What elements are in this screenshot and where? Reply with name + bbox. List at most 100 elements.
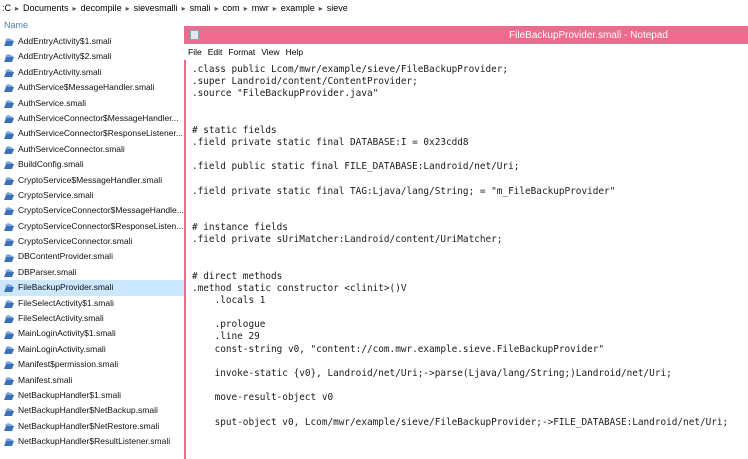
smali-file-icon [4,237,14,247]
breadcrumb-segment[interactable]: com [221,0,242,16]
smali-file-icon [4,176,14,185]
editor-content[interactable]: .class public Lcom/mwr/example/sieve/Fil… [192,64,728,429]
file-list-item[interactable]: AuthService.smali [0,96,184,111]
file-list-item[interactable]: CryptoServiceConnector$MessageHandle... [0,203,184,218]
file-name: AuthServiceConnector$ResponseListener... [18,128,183,139]
smali-file-icon [4,37,14,47]
file-name: FileSelectActivity.smali [18,313,104,324]
file-list-item[interactable]: CryptoServiceConnector.smali [0,234,184,249]
file-name: AuthService$MessageHandler.smali [18,82,155,93]
smali-file-icon [4,376,14,385]
smali-file-icon [4,130,14,139]
file-list-item[interactable]: AuthServiceConnector$ResponseListener... [0,126,184,141]
menu-help[interactable]: Help [286,47,303,57]
file-list-item[interactable]: Manifest$permission.smali [0,357,184,372]
window-title: FileBackupProvider.smali - Notepad [509,29,668,41]
file-list-item[interactable]: CryptoServiceConnector$ResponseListen... [0,219,184,234]
smali-file-icon [4,206,14,216]
smali-file-icon [4,422,14,431]
file-list-item[interactable]: NetBackupHandler$NetRestore.smali [0,419,184,434]
smali-file-icon [4,345,14,354]
file-list-item[interactable]: CryptoService.smali [0,188,184,203]
file-list-item[interactable]: AuthService$MessageHandler.smali [0,80,184,95]
file-list-item[interactable]: AddEntryActivity$2.smali [0,49,184,64]
file-list-item[interactable]: AddEntryActivity.smali [0,65,184,80]
menu-format[interactable]: Format [228,47,255,57]
smali-file-icon [4,283,14,293]
chevron-right-icon[interactable]: ▸ [71,1,79,16]
file-list-item[interactable]: NetBackupHandler$1.smali [0,388,184,403]
menu-file[interactable]: File [188,47,202,57]
file-list-item[interactable]: BuildConfig.smali [0,157,184,172]
smali-file-icon [4,160,14,170]
breadcrumb-segment[interactable]: smali [188,0,213,16]
smali-file-icon [4,114,14,124]
column-header-name[interactable]: Name [0,16,184,34]
file-list-item[interactable]: NetBackupHandler$ResultListener.smali [0,434,184,449]
file-list-item[interactable]: AuthServiceConnector.smali [0,142,184,157]
smali-file-icon [4,437,14,447]
file-list-item[interactable]: AddEntryActivity$1.smali [0,34,184,49]
file-explorer: Name AddEntryActivity$1.smali AddEntryAct… [0,16,184,459]
smali-file-icon [4,268,14,278]
file-list-item[interactable]: MainLoginActivity$1.smali [0,326,184,341]
chevron-right-icon[interactable]: ▸ [242,1,250,16]
smali-file-icon [4,83,14,93]
file-name: Manifest.smali [18,374,73,385]
chevron-right-icon[interactable]: ▸ [124,1,132,16]
chevron-right-icon[interactable]: ▸ [271,1,279,16]
file-list-item[interactable]: FileBackupProvider.smali [0,280,184,296]
file-list-item[interactable]: AuthServiceConnector$MessageHandler... [0,111,184,126]
smali-file-icon [4,145,14,154]
file-list-item[interactable]: DBParser.smali [0,265,184,280]
file-list-item[interactable]: CryptoService$MessageHandler.smali [0,173,184,188]
breadcrumb-segment[interactable]: sievesmalli [132,0,180,16]
breadcrumb-segment[interactable]: :C [0,0,13,16]
smali-file-icon [4,99,14,108]
file-name: FileBackupProvider.smali [18,282,114,293]
title-bar[interactable]: FileBackupProvider.smali - Notepad [184,26,748,44]
menu-bar: File Edit Format View Help [184,44,748,60]
file-name: CryptoServiceConnector$MessageHandle... [18,205,184,216]
menu-view[interactable]: View [261,47,279,57]
menu-edit[interactable]: Edit [208,47,223,57]
breadcrumb-segment[interactable]: mwr [250,0,271,16]
file-name: AddEntryActivity.smali [18,66,102,77]
breadcrumb-segment[interactable]: example [279,0,317,16]
file-list-item[interactable]: Manifest.smali [0,373,184,388]
file-name: CryptoService.smali [18,189,94,200]
file-name: MainLoginActivity$1.smali [18,328,116,339]
chevron-right-icon[interactable]: ▸ [180,1,188,16]
smali-file-icon [4,391,14,401]
breadcrumb-segment[interactable]: sieve [325,0,350,16]
file-list-item[interactable]: DBContentProvider.smali [0,249,184,264]
smali-file-icon [4,407,14,416]
smali-file-icon [4,360,14,370]
smali-file-icon [4,191,14,201]
file-name: NetBackupHandler$NetBackup.smali [18,405,158,416]
file-name: AuthServiceConnector.smali [18,143,125,154]
smali-file-icon [4,330,14,339]
chevron-right-icon[interactable]: ▸ [13,1,21,16]
file-name: DBParser.smali [18,266,77,277]
smali-file-icon [4,53,14,62]
file-name: CryptoServiceConnector.smali [18,236,133,247]
file-name: NetBackupHandler$1.smali [18,389,121,400]
smali-file-icon [4,253,14,262]
breadcrumb-segment[interactable]: Documents [21,0,71,16]
file-list-item[interactable]: NetBackupHandler$NetBackup.smali [0,403,184,418]
breadcrumb-segment[interactable]: decompile [79,0,124,16]
file-name: BuildConfig.smali [18,159,84,170]
file-name: AddEntryActivity$1.smali [18,36,112,46]
notepad-window: FileBackupProvider.smali - Notepad File E… [184,26,748,459]
smali-file-icon [4,314,14,324]
file-list-item[interactable]: MainLoginActivity.smali [0,342,184,357]
chevron-right-icon[interactable]: ▸ [317,1,325,16]
file-list-item[interactable]: FileSelectActivity.smali [0,311,184,326]
file-name: Manifest$permission.smali [18,359,119,370]
chevron-right-icon[interactable]: ▸ [213,1,221,16]
smali-file-icon [4,299,14,308]
file-name: CryptoServiceConnector$ResponseListen... [18,220,184,231]
text-editor[interactable]: .class public Lcom/mwr/example/sieve/Fil… [184,60,748,459]
file-list-item[interactable]: FileSelectActivity$1.smali [0,296,184,311]
